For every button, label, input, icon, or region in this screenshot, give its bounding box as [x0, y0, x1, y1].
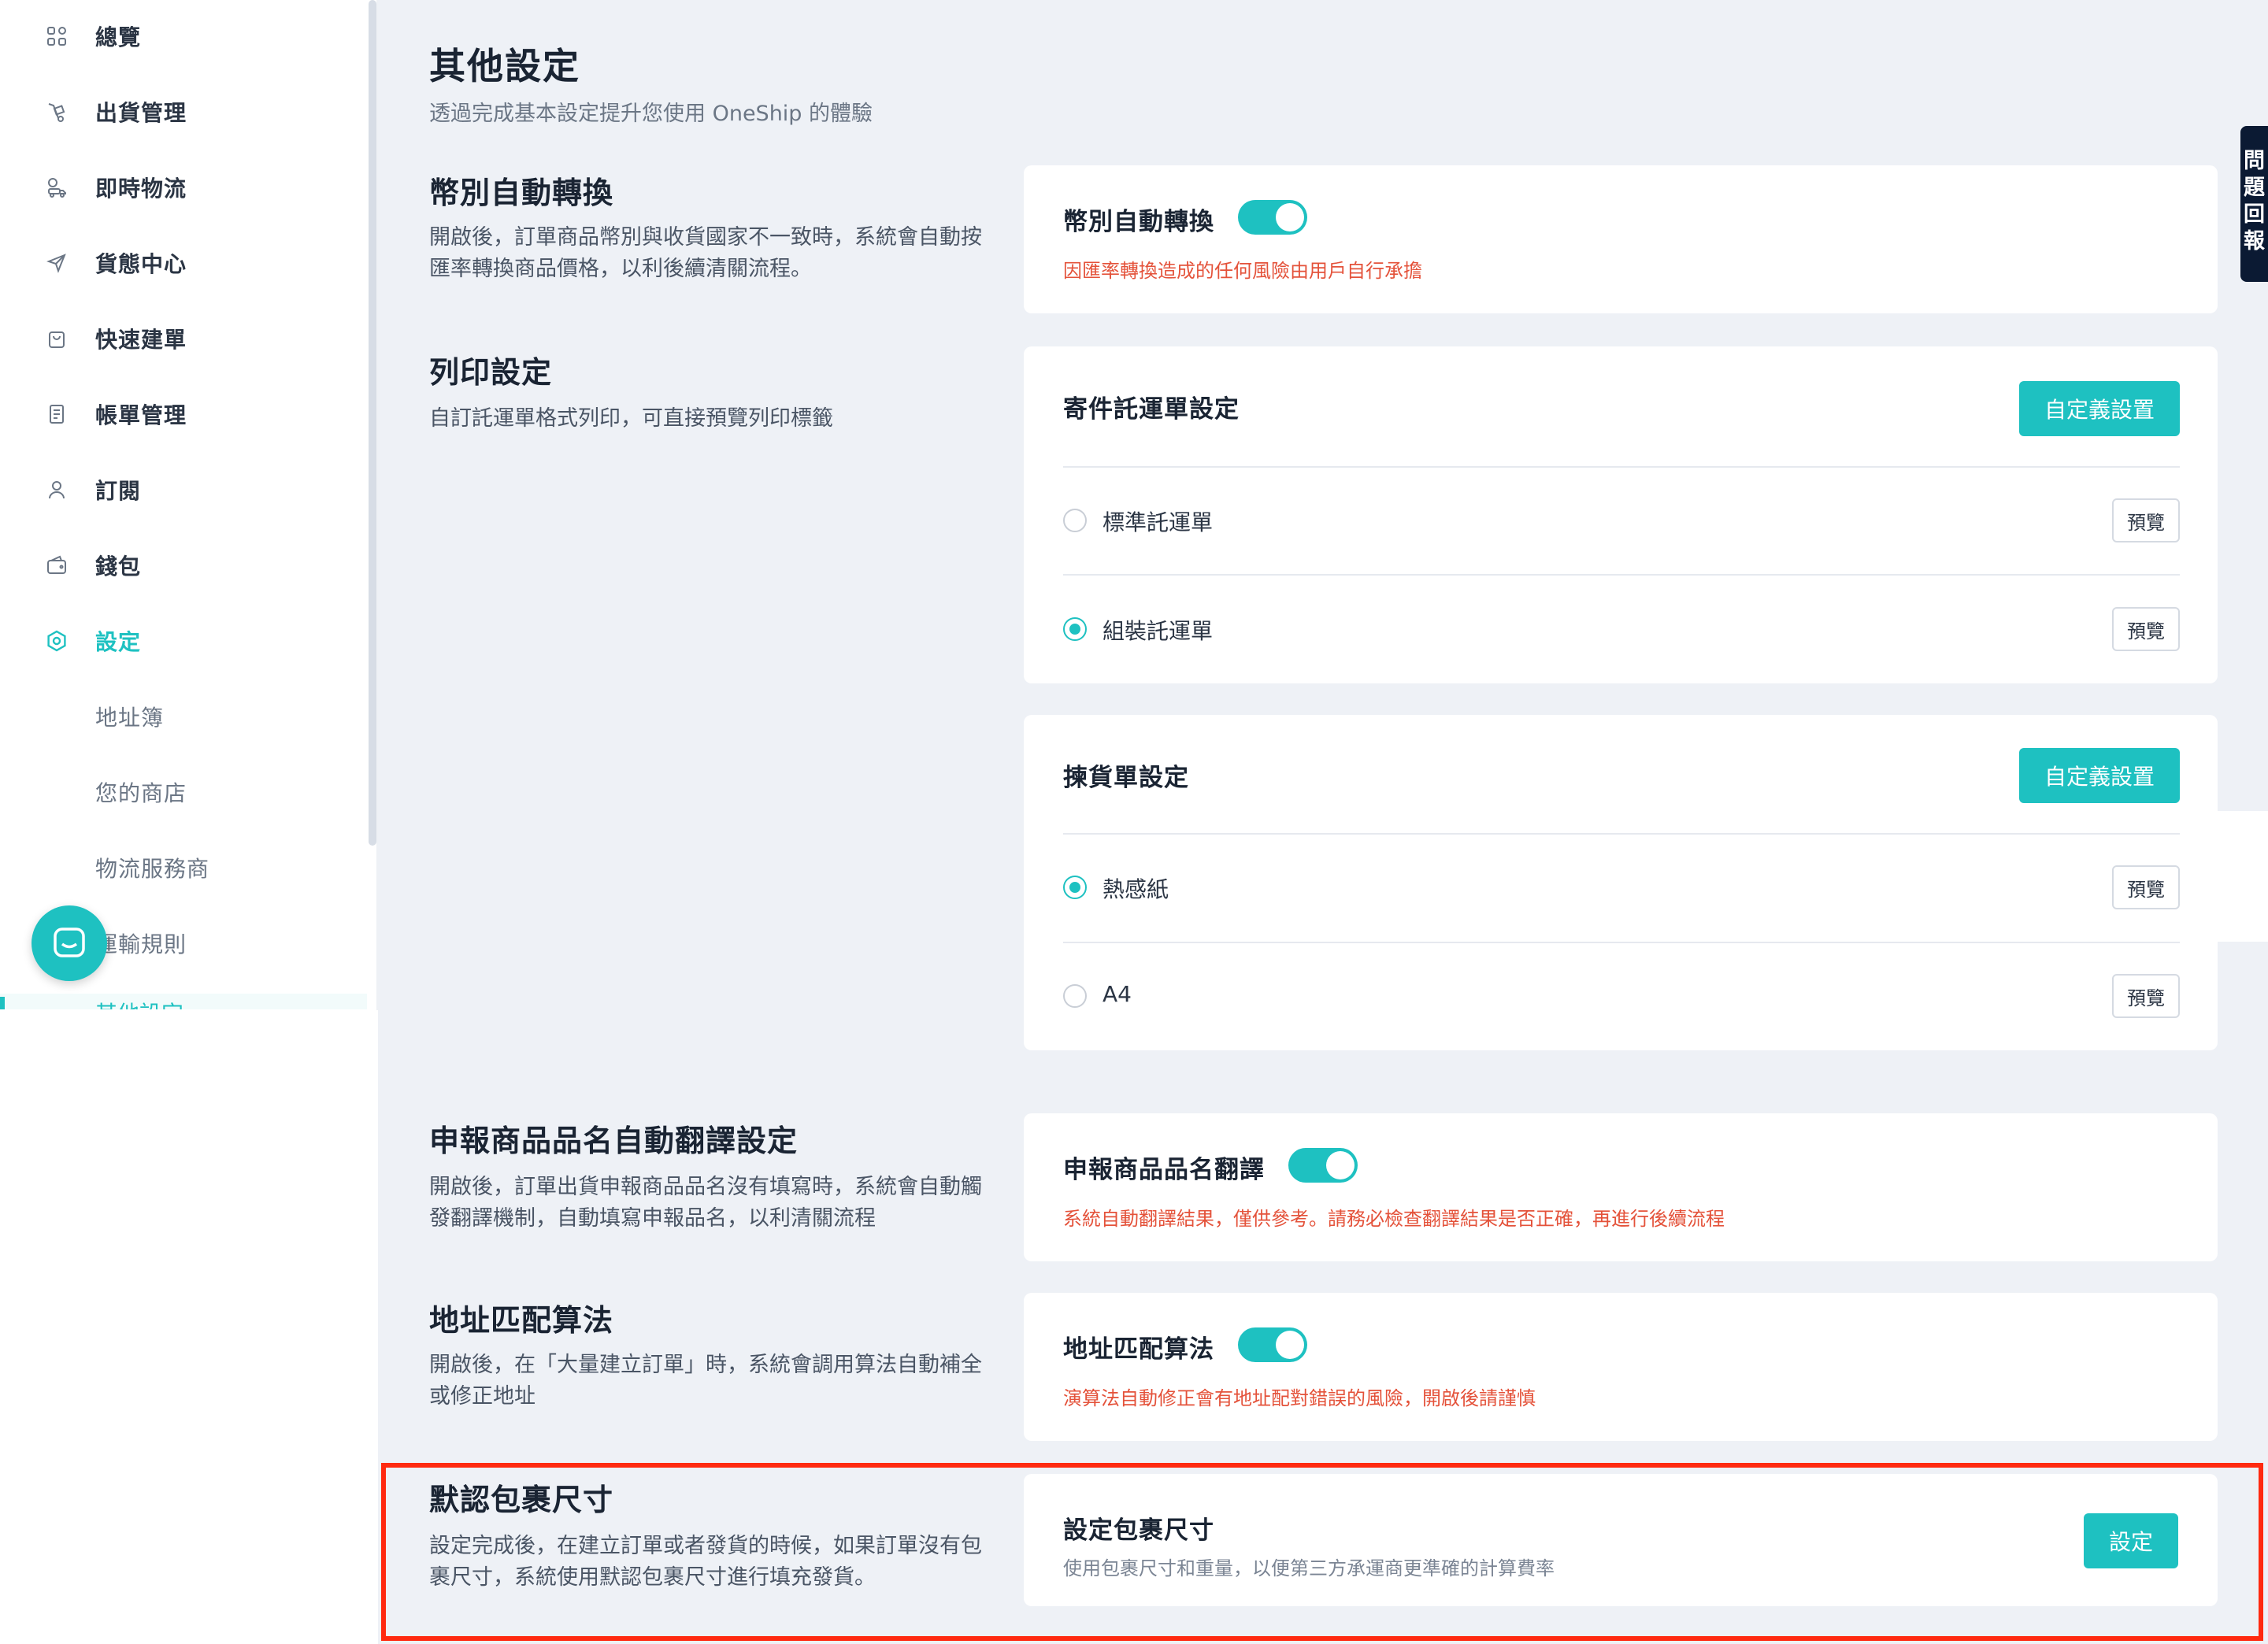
preview-button[interactable]: 預覽	[2112, 974, 2180, 1018]
toggle-knob	[1276, 1331, 1304, 1359]
wallet-icon	[46, 554, 68, 576]
customize-waybill-button[interactable]: 自定義設置	[2019, 381, 2180, 436]
warning-text: 因匯率轉換造成的任何風險由用戶自行承擔	[1063, 260, 1422, 282]
sidebar-subitem-your-store[interactable]: 您的商店	[0, 761, 376, 824]
bag-icon	[46, 328, 68, 350]
currency-toggle[interactable]	[1238, 200, 1307, 235]
chat-button[interactable]	[32, 905, 107, 981]
warning-text: 演算法自動修正會有地址配對錯誤的風險，開啟後請謹慎	[1063, 1387, 1536, 1409]
card-title: 幣別自動轉換	[1063, 208, 1214, 236]
address-toggle[interactable]	[1238, 1327, 1307, 1362]
preview-button[interactable]: 預覽	[2112, 865, 2180, 909]
card-address: 地址匹配算法 演算法自動修正會有地址配對錯誤的風險，開啟後請謹慎	[1024, 1293, 2218, 1441]
radio-label: 組裝託運單	[1102, 618, 1214, 644]
page-title: 其他設定	[429, 45, 580, 87]
feedback-tab[interactable]: 問題回報	[2240, 126, 2268, 282]
feedback-label: 問題回報	[2244, 149, 2265, 254]
card-title: 申報商品品名翻譯	[1063, 1156, 1265, 1184]
translate-toggle[interactable]	[1288, 1148, 1358, 1183]
sidebar-item-label: 設定	[95, 629, 142, 655]
page-subtitle: 透過完成基本設定提升您使用 OneShip 的體驗	[429, 102, 873, 126]
divider	[1063, 574, 2180, 576]
sidebar-item-tracking-center[interactable]: 貨態中心	[0, 231, 376, 294]
card-title: 寄件託運單設定	[1063, 395, 1240, 424]
section-title-print: 列印設定	[429, 355, 553, 390]
sidebar-item-label: 訂閱	[95, 478, 142, 504]
radio-assembled-waybill[interactable]	[1063, 617, 1087, 641]
divider	[1063, 942, 2180, 943]
active-indicator	[0, 997, 5, 1009]
divider	[1063, 466, 2180, 468]
sidebar-subitem-label: 物流服務商	[95, 856, 210, 882]
radio-label: 熱感紙	[1102, 876, 1169, 902]
sidebar-item-wallet[interactable]: 錢包	[0, 534, 376, 597]
sidebar-item-label: 即時物流	[95, 176, 187, 202]
sidebar-item-label: 快速建單	[95, 327, 187, 353]
main-content: 其他設定 透過完成基本設定提升您使用 OneShip 的體驗 幣別自動轉換 開啟…	[378, 0, 2268, 1644]
radio-a4[interactable]	[1063, 984, 1087, 1008]
user-icon	[46, 479, 68, 501]
shipping-icon	[46, 101, 68, 123]
divider	[1063, 833, 2180, 835]
sidebar-subitem-label: 運輸規則	[95, 931, 187, 957]
sidebar-item-label: 貨態中心	[95, 251, 187, 277]
sidebar-item-quick-order[interactable]: 快速建單	[0, 307, 376, 370]
sidebar-item-shipping[interactable]: 出貨管理	[0, 80, 376, 143]
card-picking-list-settings: 揀貨單設定 自定義設置 熱感紙 預覽 A4 預覽	[1024, 715, 2218, 1050]
section-title-translate: 申報商品品名自動翻譯設定	[429, 1124, 799, 1158]
toggle-knob	[1326, 1151, 1354, 1179]
section-title-address: 地址匹配算法	[429, 1303, 614, 1338]
customize-picking-button[interactable]: 自定義設置	[2019, 748, 2180, 803]
delivery-icon	[46, 176, 68, 198]
chat-icon	[54, 928, 85, 957]
sidebar-item-billing[interactable]: 帳單管理	[0, 383, 376, 446]
sidebar: 總覽 出貨管理 即時物流 貨態中心 快速建單 帳單管理 訂閱 錢包 設定 地址簿…	[0, 0, 378, 1010]
settings-icon	[46, 630, 68, 652]
card-title: 地址匹配算法	[1063, 1335, 1214, 1364]
sidebar-subitem-address-book[interactable]: 地址簿	[0, 685, 376, 748]
card-waybill-settings: 寄件託運單設定 自定義設置 標準託運單 預覽 組裝託運單 預覽	[1024, 346, 2218, 683]
section-desc-currency: 開啟後，訂單商品幣別與收貨國家不一致時，系統會自動按匯率轉換商品價格，以利後續清…	[429, 225, 982, 281]
card-translate: 申報商品品名翻譯 系統自動翻譯結果，僅供參考。請務必檢查翻譯結果是否正確，再進行…	[1024, 1113, 2218, 1261]
preview-button[interactable]: 預覽	[2112, 498, 2180, 542]
sidebar-subitem-label: 您的商店	[95, 780, 187, 806]
section-desc-translate: 開啟後，訂單出貨申報商品品名沒有填寫時，系統會自動觸發翻譯機制，自動填寫申報品名…	[429, 1175, 982, 1231]
section-desc-address: 開啟後，在「大量建立訂單」時，系統會調用算法自動補全或修正地址	[429, 1353, 982, 1409]
sidebar-subitem-label: 其他設定	[95, 997, 183, 1009]
warning-text: 系統自動翻譯結果，僅供參考。請務必檢查翻譯結果是否正確，再進行後續流程	[1063, 1208, 1725, 1230]
radio-standard-waybill[interactable]	[1063, 509, 1087, 532]
side-panel-edge	[2190, 811, 2268, 942]
sidebar-item-label: 出貨管理	[95, 100, 187, 126]
sidebar-item-label: 帳單管理	[95, 402, 187, 428]
section-title-currency: 幣別自動轉換	[429, 176, 614, 210]
section-desc-print: 自訂託運單格式列印，可直接預覽列印標籤	[429, 406, 833, 431]
highlight-box	[381, 1463, 2263, 1641]
card-title: 揀貨單設定	[1063, 764, 1189, 792]
sidebar-item-realtime-logistics[interactable]: 即時物流	[0, 156, 376, 219]
sidebar-scrollbar[interactable]	[369, 0, 376, 846]
sidebar-item-label: 總覽	[95, 24, 142, 50]
sidebar-item-overview[interactable]: 總覽	[0, 5, 376, 68]
sidebar-item-label: 錢包	[95, 554, 142, 579]
radio-label: A4	[1102, 981, 1132, 1007]
sidebar-subitem-logistics-providers[interactable]: 物流服務商	[0, 836, 376, 899]
radio-thermal-paper[interactable]	[1063, 876, 1087, 899]
sidebar-subitem-other-settings[interactable]: 其他設定	[0, 994, 367, 1009]
sidebar-item-subscription[interactable]: 訂閱	[0, 458, 376, 521]
preview-button[interactable]: 預覽	[2112, 607, 2180, 651]
card-currency: 幣別自動轉換 因匯率轉換造成的任何風險由用戶自行承擔	[1024, 165, 2218, 313]
send-icon	[46, 252, 68, 274]
grid-icon	[46, 25, 68, 47]
radio-label: 標準託運單	[1102, 509, 1214, 535]
sidebar-item-settings[interactable]: 設定	[0, 609, 376, 672]
toggle-knob	[1276, 203, 1304, 231]
bill-icon	[46, 403, 68, 425]
sidebar-subitem-label: 地址簿	[95, 705, 165, 731]
